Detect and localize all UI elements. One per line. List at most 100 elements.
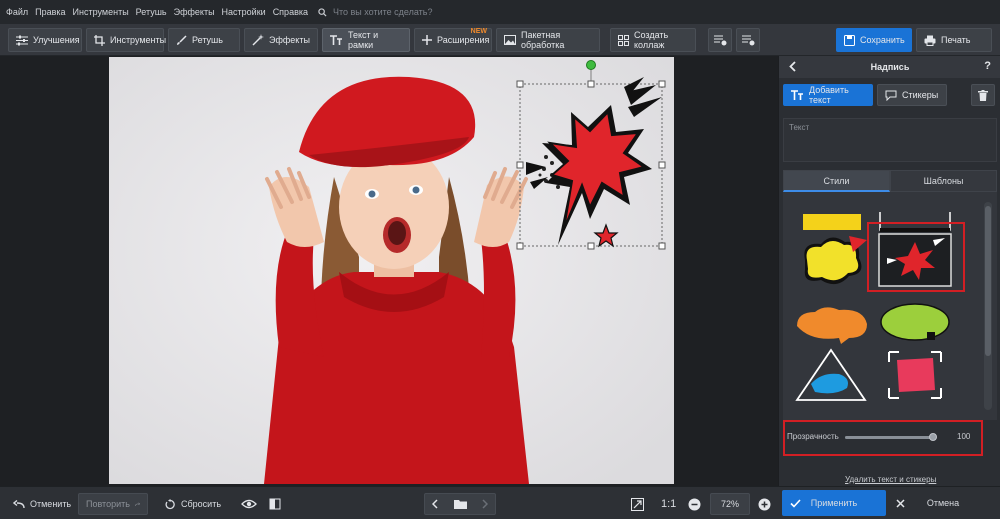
- stickers-button[interactable]: Стикеры: [877, 84, 947, 106]
- redo-icon: [135, 502, 140, 506]
- text-input[interactable]: Текст: [783, 118, 997, 162]
- tab-retouch[interactable]: Ретушь: [168, 28, 240, 52]
- opacity-slider-knob[interactable]: [929, 433, 937, 441]
- opacity-label: Прозрачность: [787, 431, 839, 441]
- menu-edit[interactable]: Правка: [35, 7, 65, 17]
- sticker-pink-square[interactable]: [875, 344, 957, 406]
- preview-eye-button[interactable]: [236, 493, 262, 515]
- history-settings-button[interactable]: [736, 28, 760, 52]
- tab-styles[interactable]: Стили: [783, 170, 890, 192]
- compare-button[interactable]: [264, 493, 286, 515]
- menu-file[interactable]: Файл: [6, 7, 28, 17]
- collage-icon: [618, 34, 629, 46]
- tab-effects[interactable]: Эффекты: [244, 28, 318, 52]
- zoom-in-button[interactable]: [754, 493, 775, 515]
- photo-preview[interactable]: [109, 57, 674, 484]
- sticker-yellow-cloud[interactable]: [791, 230, 873, 292]
- delete-all-link[interactable]: Удалить текст и стикеры: [845, 475, 936, 484]
- scrollbar-thumb[interactable]: [985, 206, 991, 356]
- undo-button[interactable]: Отменить: [6, 493, 78, 515]
- menu-effects[interactable]: Эффекты: [174, 7, 215, 17]
- comic-sticker-overlay[interactable]: [516, 57, 674, 257]
- magic-wand-icon: [252, 34, 264, 46]
- menu-help[interactable]: Справка: [273, 7, 308, 17]
- zoom-level[interactable]: 72%: [710, 493, 750, 515]
- tab-text-frames-label: Текст и рамки: [348, 30, 379, 50]
- close-icon: [896, 498, 905, 508]
- print-button[interactable]: Печать: [916, 28, 992, 52]
- bottom-bar: Отменить Повторить Сбросить 1:1 72% Прим…: [0, 486, 1000, 519]
- sticker-black-arrow[interactable]: [791, 406, 873, 420]
- apply-button[interactable]: Применить: [782, 490, 886, 516]
- sticker-scrollbar[interactable]: [984, 202, 992, 410]
- text-icon: [791, 90, 803, 100]
- eye-icon: [241, 499, 257, 509]
- undo-label: Отменить: [30, 499, 72, 509]
- reset-button[interactable]: Сбросить: [158, 493, 228, 515]
- fit-screen-button[interactable]: [626, 493, 649, 515]
- panel-header: Надпись ?: [779, 56, 1000, 78]
- minus-circle-icon: [688, 498, 701, 510]
- tab-effects-label: Эффекты: [269, 35, 310, 45]
- tab-templates[interactable]: Шаблоны: [890, 170, 997, 192]
- menu-retouch[interactable]: Ретушь: [136, 7, 167, 17]
- undo-icon: [13, 499, 25, 508]
- zoom-out-button[interactable]: [684, 493, 705, 515]
- check-icon: [790, 498, 801, 508]
- add-text-button[interactable]: Добавить текст: [783, 84, 873, 106]
- fullscreen-icon: [631, 497, 644, 511]
- cancel-button[interactable]: Отмена: [890, 490, 996, 516]
- save-button[interactable]: Сохранить: [836, 28, 912, 52]
- floppy-icon: [844, 34, 855, 46]
- image-navigator: [424, 493, 496, 515]
- tab-extensions[interactable]: Расширения NEW: [414, 28, 492, 52]
- compare-settings-button[interactable]: [708, 28, 732, 52]
- create-collage-button[interactable]: Создать коллаж: [610, 28, 696, 52]
- delete-button[interactable]: [971, 84, 995, 106]
- stickers-label: Стикеры: [902, 90, 939, 100]
- speech-bubble-icon: [885, 90, 897, 101]
- sticker-blue-triangle[interactable]: [791, 344, 873, 406]
- add-text-label: Добавить текст: [809, 85, 849, 105]
- print-label: Печать: [941, 35, 971, 45]
- folder-icon[interactable]: [453, 499, 467, 509]
- apply-label: Применить: [810, 498, 858, 508]
- opacity-value: 100: [957, 431, 971, 441]
- settings-clock-icon: [742, 35, 755, 46]
- settings-down-icon: [714, 35, 727, 46]
- image-icon: [504, 35, 516, 45]
- prev-arrow-icon[interactable]: [432, 499, 438, 509]
- trash-icon: [978, 89, 988, 101]
- crop-icon: [94, 34, 105, 46]
- tab-extensions-label: Расширения: [437, 35, 490, 45]
- tab-enhancements[interactable]: Улучшения: [8, 28, 82, 52]
- help-button[interactable]: ?: [984, 60, 991, 72]
- opacity-slider[interactable]: [845, 433, 937, 441]
- back-arrow-icon[interactable]: [789, 61, 796, 72]
- actual-size-button[interactable]: 1:1: [654, 493, 683, 515]
- search-icon: [318, 7, 327, 17]
- sliders-icon: [16, 35, 28, 45]
- tab-text-frames[interactable]: Текст и рамки: [322, 28, 410, 52]
- menu-tools[interactable]: Инструменты: [73, 7, 129, 17]
- main-toolbar: Улучшения Инструменты Ретушь Эффекты Тек…: [0, 24, 1000, 56]
- sticker-white-clouds[interactable]: [875, 406, 957, 420]
- text-panel: Надпись ? Добавить текст Стикеры Текст С…: [778, 56, 1000, 486]
- tab-tools[interactable]: Инструменты: [86, 28, 166, 52]
- batch-processing-button[interactable]: Пакетная обработка: [496, 28, 600, 52]
- plus-icon: [422, 35, 432, 45]
- create-collage-label: Создать коллаж: [634, 30, 669, 50]
- search-input[interactable]: Что вы хотите сделать?: [333, 7, 433, 17]
- next-arrow-icon[interactable]: [482, 499, 488, 509]
- printer-icon: [924, 35, 936, 46]
- redo-button[interactable]: Повторить: [78, 493, 148, 515]
- selected-sticker-highlight: [867, 222, 965, 292]
- new-badge: NEW: [470, 28, 487, 35]
- text-icon: [330, 35, 342, 45]
- menu-search[interactable]: Что вы хотите сделать?: [318, 7, 433, 17]
- batch-processing-label: Пакетная обработка: [521, 30, 565, 50]
- brush-icon: [177, 34, 187, 45]
- save-label: Сохранить: [860, 35, 905, 45]
- canvas-area: [0, 56, 778, 486]
- menu-settings[interactable]: Настройки: [222, 7, 266, 17]
